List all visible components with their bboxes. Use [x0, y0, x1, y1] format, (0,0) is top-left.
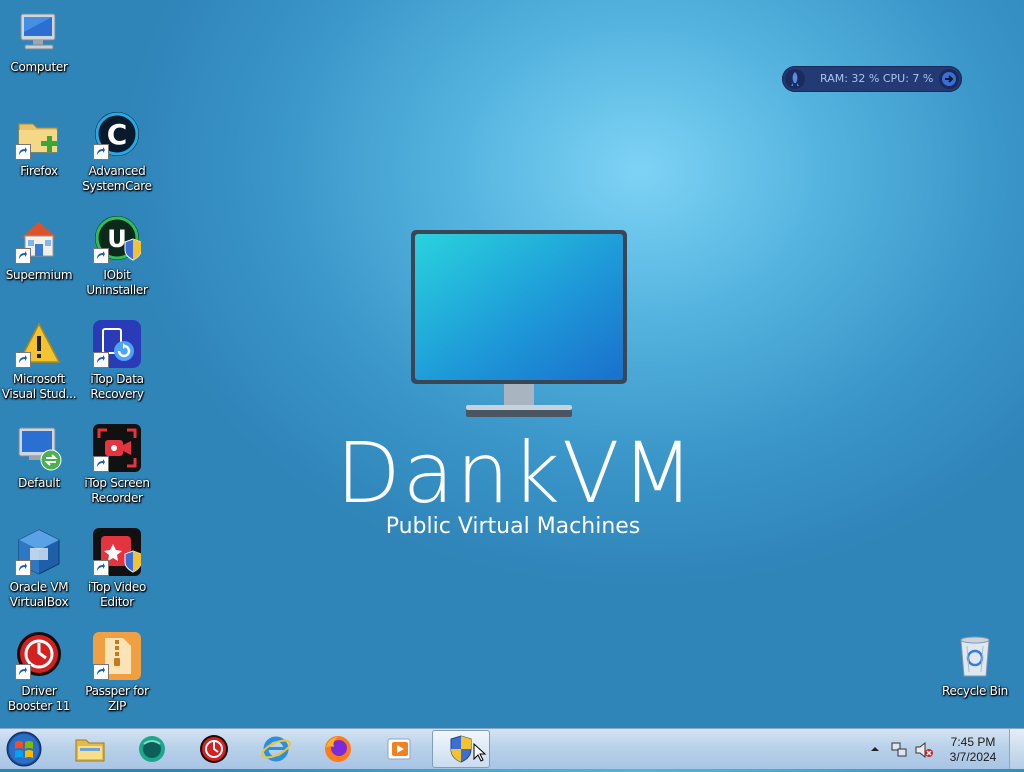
shortcut-arrow-icon [15, 352, 31, 368]
system-monitor-readout: RAM: 32 % CPU: 7 % [820, 72, 934, 85]
computer-icon [15, 8, 63, 56]
desktop-icon-label: iTop Data Recovery [90, 372, 144, 401]
system-monitor-widget[interactable]: RAM: 32 % CPU: 7 % [782, 66, 962, 92]
taskbar-media-player[interactable] [372, 731, 428, 767]
tray-date: 3/7/2024 [949, 750, 997, 764]
shortcut-arrow-icon [93, 560, 109, 576]
desktop-icon-label: iTop Video Editor [87, 580, 147, 609]
remote-desktop-icon [15, 424, 63, 472]
taskbar-teal-app[interactable] [124, 731, 180, 767]
recycle-bin-icon [951, 632, 999, 680]
wallpaper-brand-title: DankVM [336, 424, 696, 522]
driver-booster-icon [15, 632, 63, 680]
desktop-icon-visual-studio[interactable]: Microsoft Visual Stud... [0, 320, 78, 402]
desktop-icon-itop-screen-recorder[interactable]: iTop Screen Recorder [78, 424, 156, 506]
taskbar-driver-booster[interactable] [186, 731, 242, 767]
speaker-muted-icon[interactable] [914, 741, 934, 759]
svg-text:C: C [107, 118, 128, 151]
itop-video-editor-icon [93, 528, 142, 576]
tray-overflow-chevron-icon[interactable] [868, 741, 882, 757]
itop-screen-recorder-icon [93, 424, 141, 472]
desktop-icon-itop-data-recovery[interactable]: iTop Data Recovery [78, 320, 156, 402]
desktop-icon-default[interactable]: Default [0, 424, 78, 491]
itop-data-recovery-icon [93, 320, 141, 368]
network-icon[interactable] [890, 741, 908, 759]
start-button[interactable] [4, 730, 44, 768]
svg-text:U: U [107, 225, 127, 253]
rocket-icon[interactable] [785, 69, 805, 89]
desktop-icon-label: Firefox [20, 164, 58, 178]
windows-orb-icon [6, 731, 42, 767]
shortcut-arrow-icon [93, 456, 109, 472]
shortcut-arrow-icon [15, 664, 31, 680]
wallpaper-tagline: Public Virtual Machines [385, 514, 641, 539]
taskbar-internet-explorer[interactable] [248, 731, 304, 767]
arrow-right-icon[interactable] [939, 69, 959, 89]
teal-globe-icon [139, 736, 165, 762]
virtualbox-icon [15, 528, 63, 576]
desktop-icon-label: Supermium [5, 268, 73, 282]
warning-icon [15, 320, 63, 368]
desktop-icon-label: IObit Uninstaller [86, 268, 148, 297]
desktop-icon-label: Computer [10, 60, 68, 74]
folder-add-icon [15, 112, 63, 160]
shortcut-arrow-icon [93, 144, 109, 160]
desktop-icon-label: Recycle Bin [942, 684, 1008, 698]
desktop-icon-label: iTop Screen Recorder [84, 476, 150, 505]
shortcut-arrow-icon [93, 248, 109, 264]
internet-explorer-icon [261, 736, 291, 762]
tray-clock[interactable]: 7:45 PM 3/7/2024 [938, 735, 1008, 765]
desktop-icon-label: Advanced SystemCare [82, 164, 152, 193]
desktop-icon-iobit-uninstaller[interactable]: U IObit Uninstaller [78, 216, 156, 298]
monitor-logo-graphic [410, 229, 630, 425]
desktop-icon-passper-for-zip[interactable]: Passper for ZIP [78, 632, 156, 714]
desktop-icon-label: Passper for ZIP [85, 684, 149, 713]
desktop-icon-label: Default [18, 476, 60, 490]
shortcut-arrow-icon [15, 144, 31, 160]
passper-zip-icon [93, 632, 141, 680]
shortcut-arrow-icon [93, 352, 109, 368]
show-desktop-button[interactable] [1009, 729, 1024, 769]
desktop-icon-virtualbox[interactable]: Oracle VM VirtualBox [0, 528, 78, 610]
desktop-icon-recycle-bin[interactable]: Recycle Bin [936, 632, 1014, 699]
desktop-icon-firefox[interactable]: Firefox [0, 112, 78, 179]
taskbar: 7:45 PM 3/7/2024 [0, 728, 1024, 769]
desktop-icon-supermium[interactable]: Supermium [0, 216, 78, 283]
tray-time: 7:45 PM [950, 735, 996, 749]
mouse-cursor-icon [473, 743, 487, 762]
shortcut-arrow-icon [15, 560, 31, 576]
taskbar-shield-app[interactable] [432, 730, 490, 768]
driver-booster-icon [200, 735, 228, 763]
desktop-icon-driver-booster[interactable]: Driver Booster 11 [0, 632, 78, 714]
media-player-icon [387, 738, 411, 760]
firefox-icon [325, 736, 351, 762]
desktop-icon-itop-video-editor[interactable]: iTop Video Editor [78, 528, 156, 610]
taskbar-firefox[interactable] [310, 731, 366, 767]
taskbar-file-explorer[interactable] [62, 731, 118, 767]
desktop-icon-label: Microsoft Visual Stud... [1, 372, 77, 401]
desktop-icon-label: Driver Booster 11 [7, 684, 71, 713]
folder-icon [75, 739, 105, 762]
advanced-systemcare-icon: C [93, 112, 141, 160]
shortcut-arrow-icon [15, 248, 31, 264]
desktop-icon-label: Oracle VM VirtualBox [9, 580, 69, 609]
house-icon [15, 216, 63, 264]
shortcut-arrow-icon [93, 664, 109, 680]
desktop-icon-computer[interactable]: Computer [0, 8, 78, 75]
desktop-icon-advanced-systemcare[interactable]: C Advanced SystemCare [78, 112, 156, 194]
iobit-uninstaller-icon: U [93, 216, 142, 264]
